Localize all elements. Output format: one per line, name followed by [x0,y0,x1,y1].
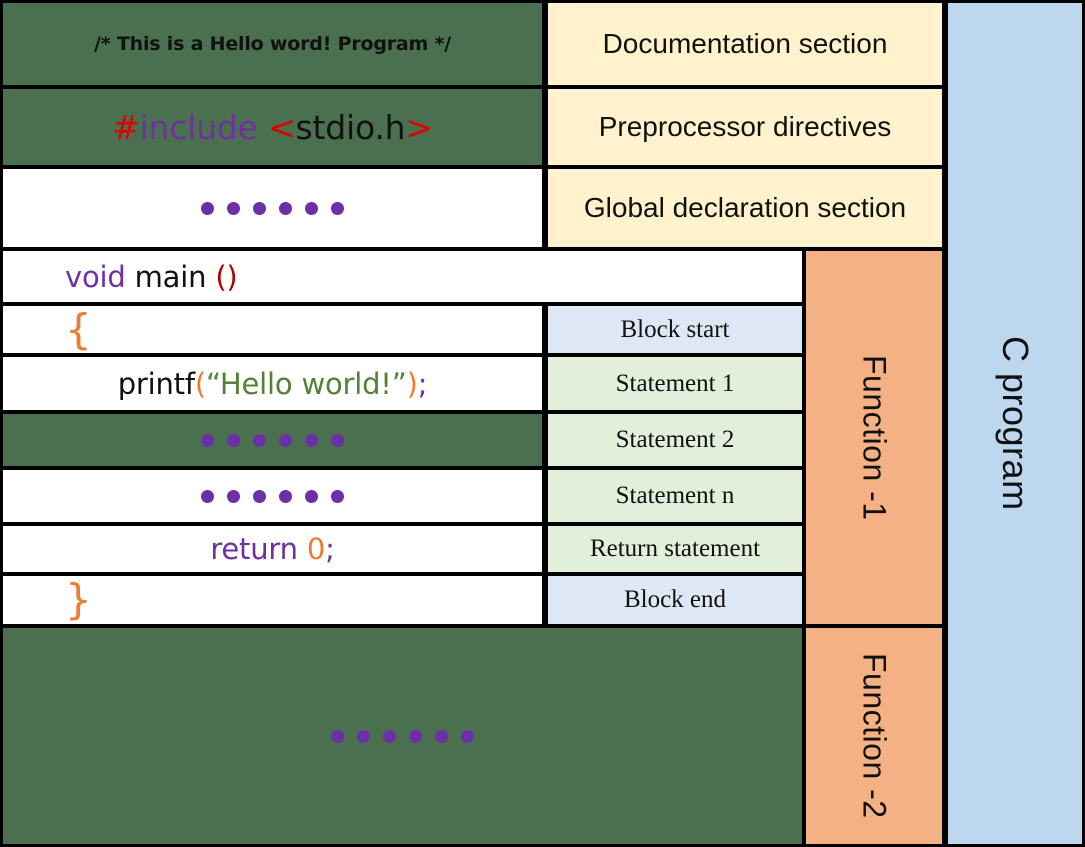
angle-open-icon: < [268,107,296,147]
statement-n-label: Statement n [615,482,735,509]
label-cell-statement-2: Statement 2 [545,411,805,469]
preprocessor-directives-label: Preprocessor directives [598,111,892,142]
printf-string-literal: “Hello world!” [206,366,407,401]
global-declaration-section-label: Global declaration section [583,192,907,223]
documentation-comment-text: /* This is a Hello word! Program */ [93,33,452,55]
code-cell-main-signature: void main () [0,248,805,305]
label-cell-return-statement: Return statement [545,523,805,575]
code-cell-printf: printf(“Hello world!”); [0,354,545,413]
printf-open-paren: ( [194,366,206,401]
statement-2-label: Statement 2 [615,426,735,453]
close-brace-symbol: } [65,575,92,625]
label-cell-function-1: Function -1 [803,248,945,627]
c-program-structure-diagram: /* This is a Hello word! Program */ Docu… [0,0,1085,847]
code-cell-function-2-body [0,625,805,847]
code-cell-global-declaration [0,166,545,250]
label-cell-documentation-section: Documentation section [545,0,945,88]
block-start-line: { [3,304,542,354]
block-start-label: Block start [620,315,730,343]
return-keyword: return [210,532,298,566]
printf-statement-text: printf(“Hello world!”); [118,367,428,401]
open-brace-symbol: { [65,304,92,354]
void-keyword: void [65,259,126,294]
statement-n-ellipsis-dots [201,489,344,503]
code-cell-preprocessor: #include <stdio.h> [0,86,545,168]
code-cell-block-start: { [0,303,545,356]
return-value: 0 [306,532,326,566]
label-cell-statement-1: Statement 1 [545,354,805,413]
printf-function-name: printf [117,366,195,401]
return-statement-text: return 0; [210,532,335,566]
main-parentheses: () [215,259,238,294]
label-cell-block-end: Block end [545,573,805,627]
c-program-label: C program [995,336,1036,511]
label-cell-function-2: Function -2 [803,625,945,847]
label-cell-block-start: Block start [545,303,805,356]
code-cell-return: return 0; [0,523,545,575]
label-cell-statement-n: Statement n [545,467,805,525]
include-keyword: include [139,107,258,147]
code-cell-block-end: } [0,573,545,627]
main-identifier: main [134,259,207,294]
printf-semicolon: ; [417,366,428,401]
return-statement-label: Return statement [589,535,761,562]
hash-symbol: # [112,107,140,147]
documentation-section-label: Documentation section [602,28,888,59]
main-signature-line: void main () [3,260,802,294]
return-semicolon: ; [325,532,335,566]
preprocessor-directive-text: #include <stdio.h> [112,108,433,147]
function-2-label: Function -2 [856,653,893,819]
statement-2-ellipsis-dots [201,433,344,447]
code-cell-statement-n [0,467,545,525]
label-cell-c-program: C program [945,0,1085,847]
function-1-label: Function -1 [856,354,893,521]
label-cell-global-declaration-section: Global declaration section [545,166,945,250]
code-cell-statement-2 [0,411,545,469]
code-cell-documentation: /* This is a Hello word! Program */ [0,0,545,88]
global-declaration-ellipsis-dots [201,201,344,215]
angle-close-icon: > [405,107,433,147]
block-end-line: } [3,575,542,625]
header-name: stdio.h [295,107,406,147]
statement-1-label: Statement 1 [615,369,735,397]
block-end-label: Block end [623,586,727,613]
printf-close-paren: ) [406,366,418,401]
label-cell-preprocessor-directives: Preprocessor directives [545,86,945,168]
function-2-ellipsis-dots [331,729,474,743]
